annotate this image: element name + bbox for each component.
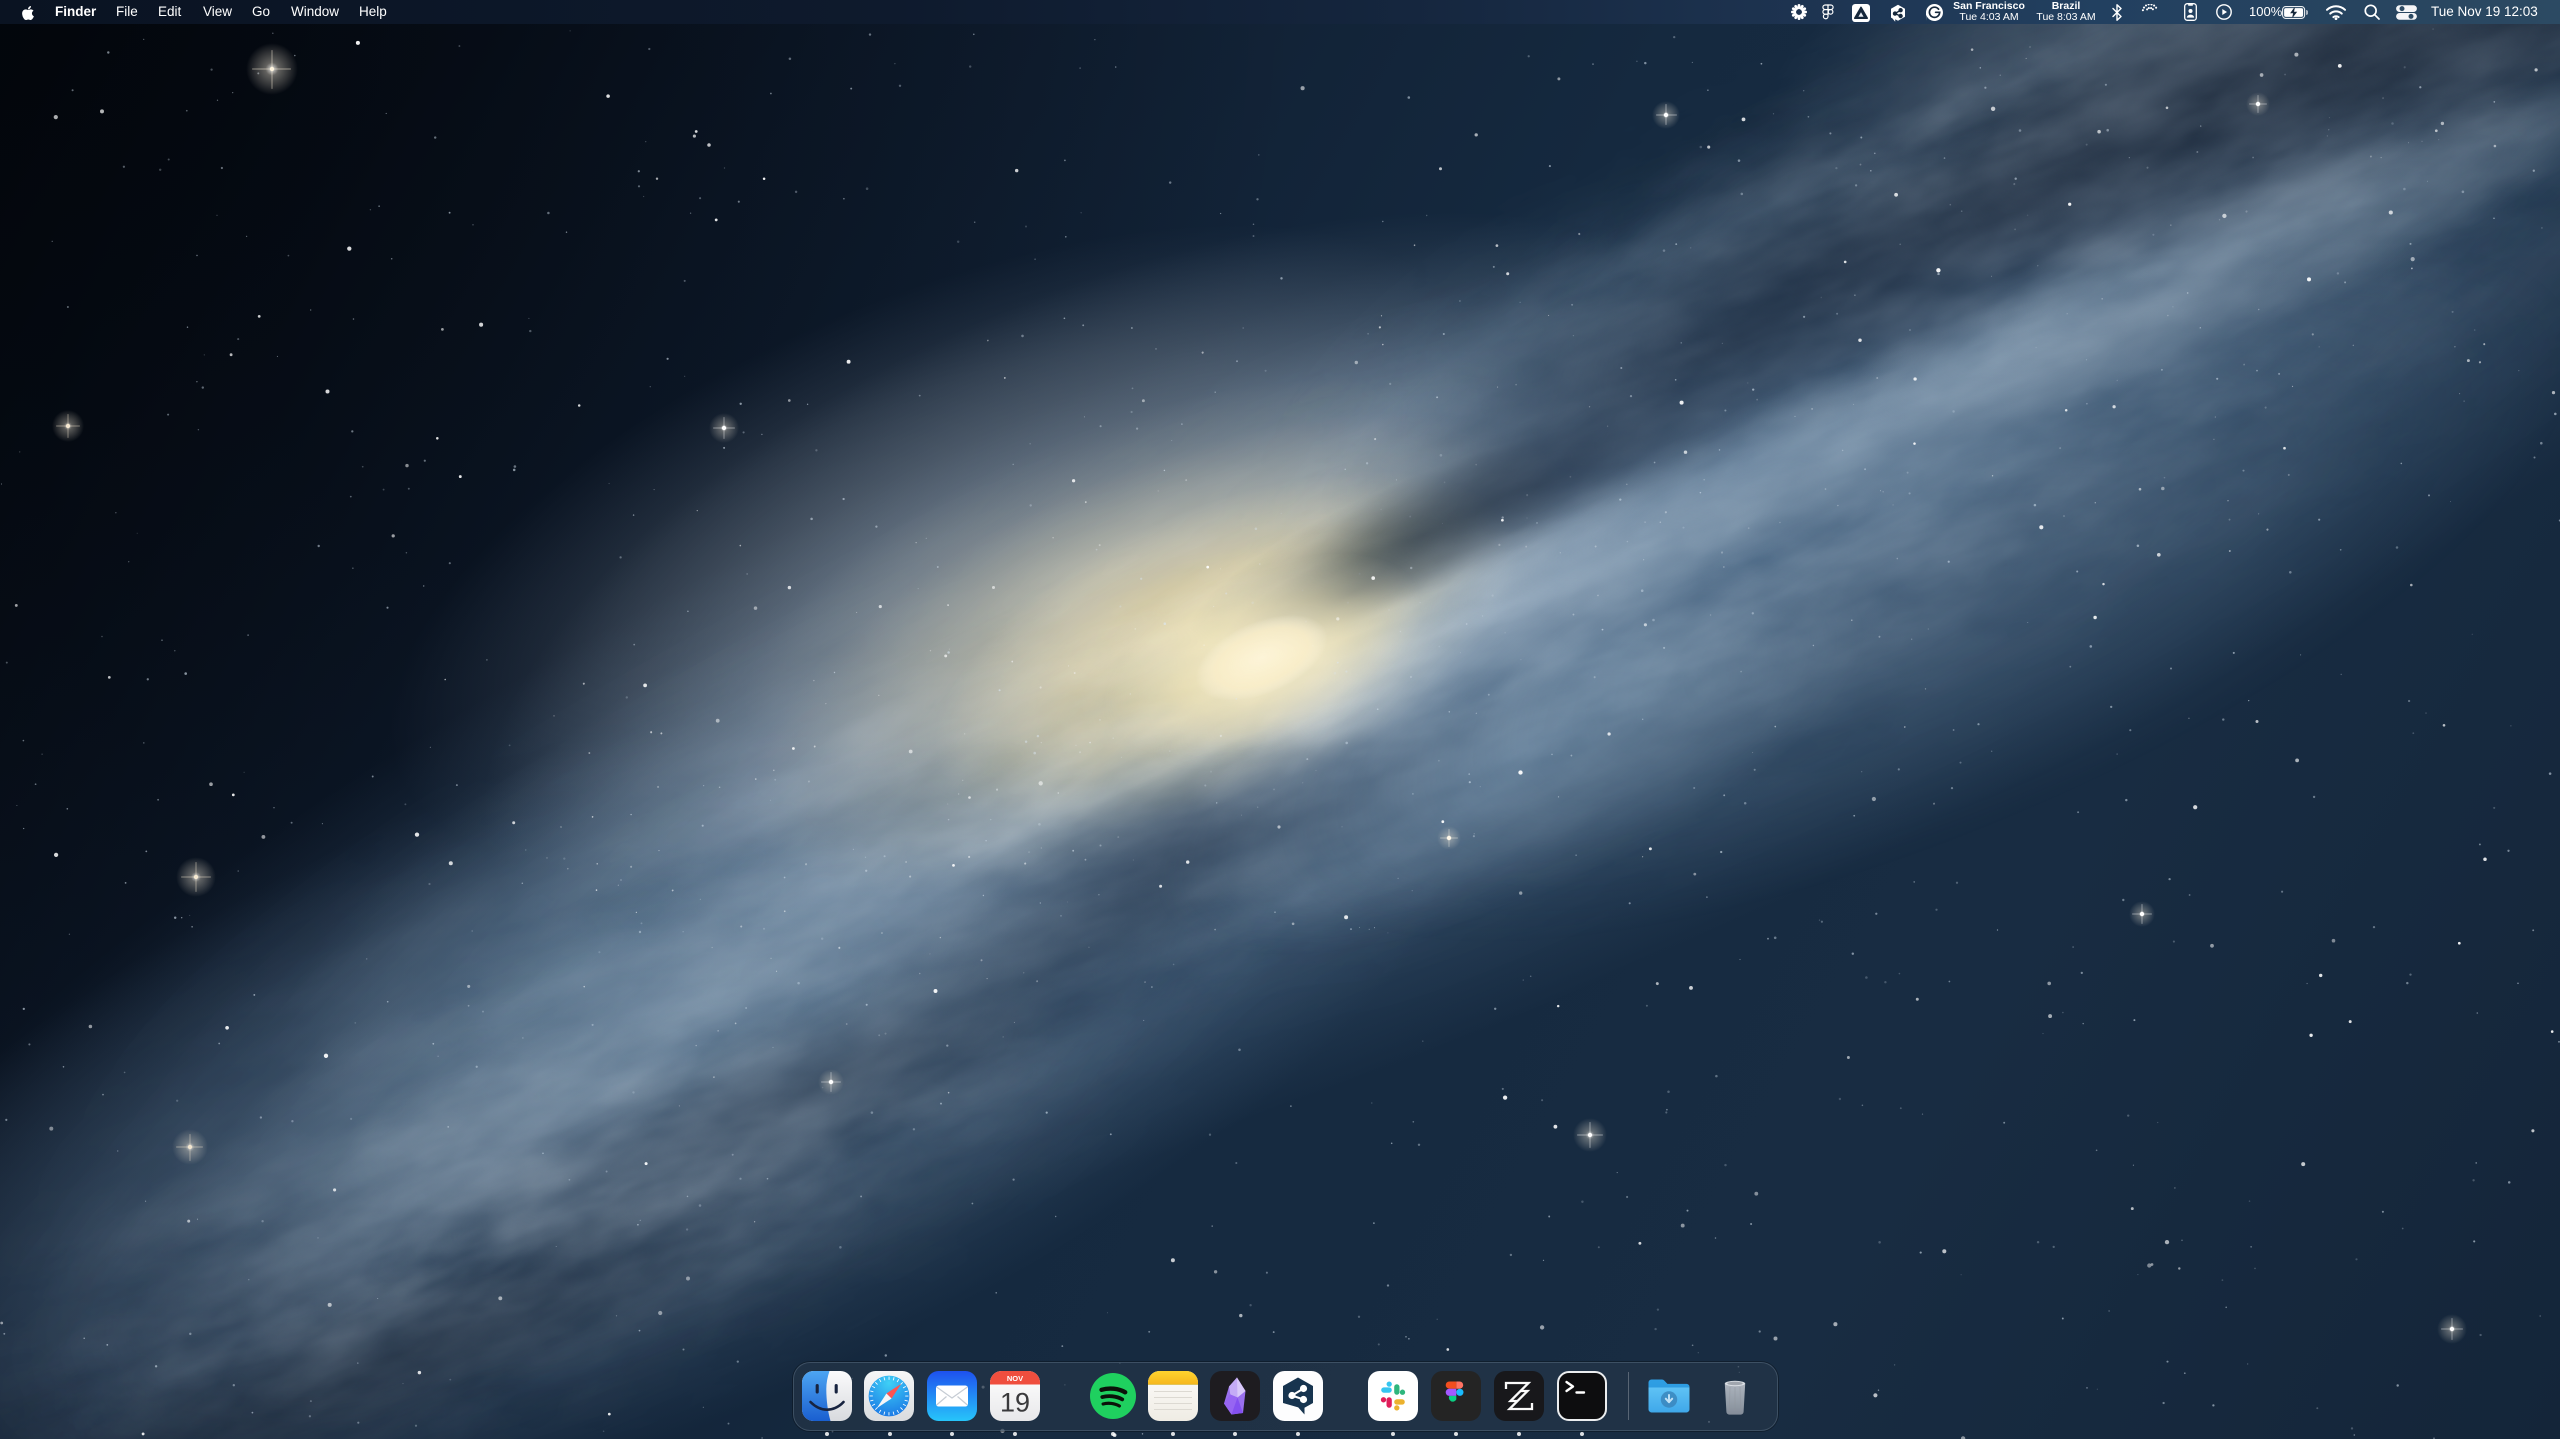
svg-text:19: 19 [999, 1388, 1029, 1418]
svg-text:NOV: NOV [1006, 1374, 1022, 1383]
